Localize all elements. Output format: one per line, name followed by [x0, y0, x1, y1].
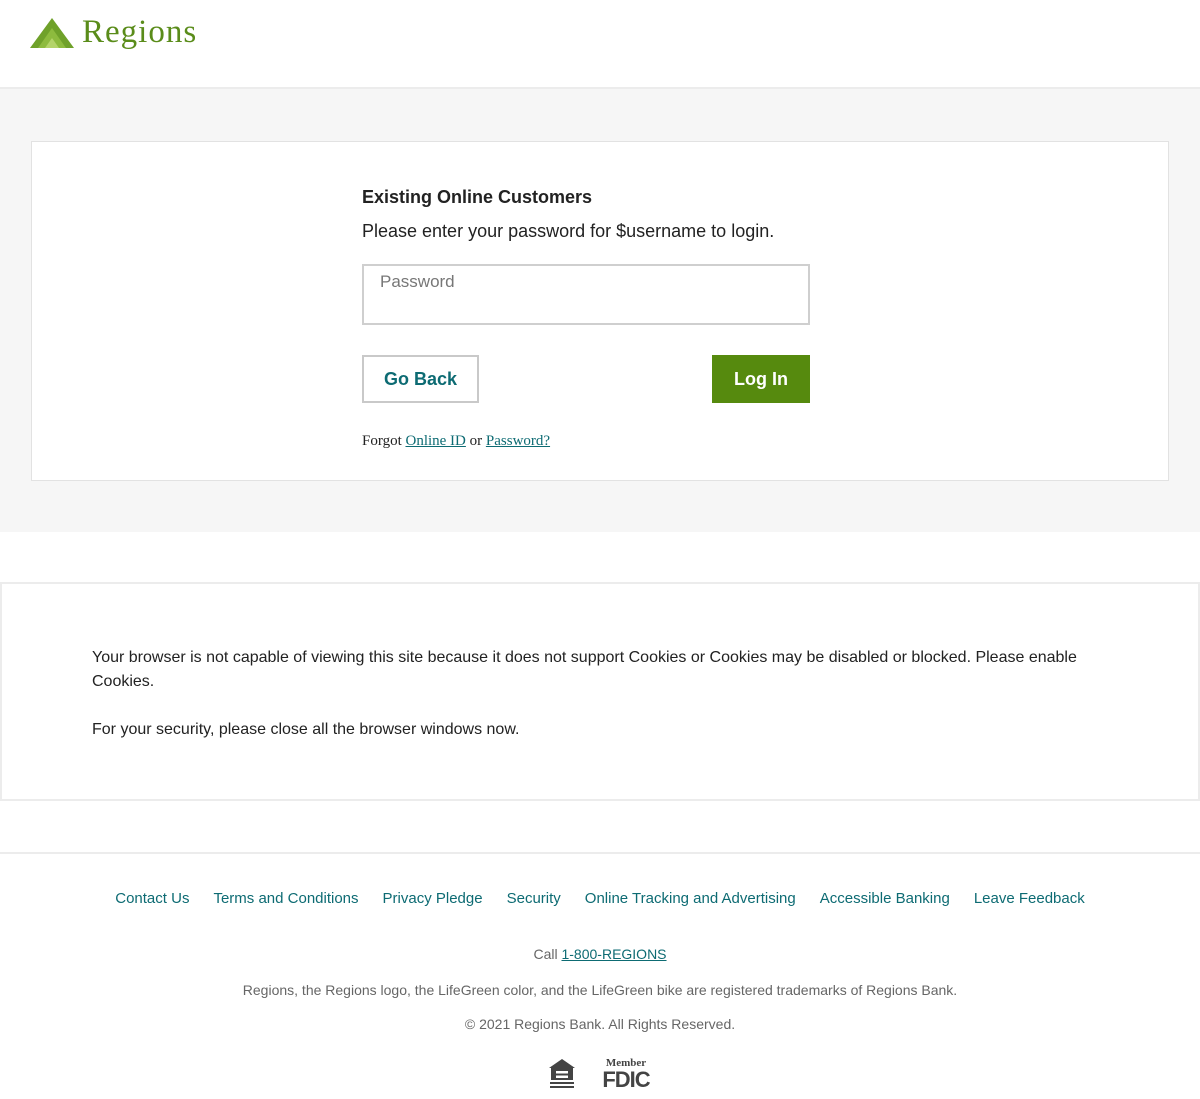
forgot-prefix: Forgot [362, 433, 402, 449]
login-form: Existing Online Customers Please enter y… [362, 186, 810, 450]
footer-link-security[interactable]: Security [507, 890, 561, 907]
login-button-row: Go Back Log In [362, 355, 810, 403]
forgot-credentials: Forgot Online ID or Password? [362, 433, 810, 450]
regions-logo[interactable]: Regions [30, 14, 198, 50]
footer-link-contact-us[interactable]: Contact Us [115, 890, 189, 907]
footer-nav: Contact Us Terms and Conditions Privacy … [0, 890, 1200, 907]
fdic-text: FDIC [602, 1067, 650, 1092]
footer-link-online-tracking[interactable]: Online Tracking and Advertising [585, 890, 796, 907]
notice-text: Your browser is not capable of viewing t… [92, 646, 1092, 742]
footer-link-accessible-banking[interactable]: Accessible Banking [820, 890, 950, 907]
footer-link-privacy[interactable]: Privacy Pledge [383, 890, 483, 907]
footer-divider [0, 852, 1200, 854]
phone-link[interactable]: 1-800-REGIONS [561, 946, 666, 962]
forgot-or: or [469, 433, 483, 449]
password-field[interactable]: Password [362, 264, 810, 325]
forgot-online-id-link[interactable]: Online ID [405, 433, 465, 449]
log-in-button[interactable]: Log In [712, 355, 810, 403]
footer-badges: Member FDIC [0, 1058, 1200, 1092]
call-prefix: Call [533, 946, 558, 962]
forgot-password-link[interactable]: Password? [486, 433, 550, 449]
footer-call: Call 1-800-REGIONS [0, 946, 1200, 962]
cookies-message: Your browser is not capable of viewing t… [92, 649, 1077, 690]
regions-pyramid-icon [30, 18, 74, 48]
footer-link-terms[interactable]: Terms and Conditions [213, 890, 358, 907]
copyright-notice: © 2021 Regions Bank. All Rights Reserved… [464, 1016, 736, 1032]
login-instructions: Please enter your password for $username… [362, 221, 775, 241]
browser-notice: Your browser is not capable of viewing t… [0, 582, 1200, 801]
go-back-button[interactable]: Go Back [362, 355, 479, 403]
equal-housing-lender-icon [549, 1059, 575, 1088]
login-card: Existing Online Customers Please enter y… [31, 141, 1169, 481]
footer-link-leave-feedback[interactable]: Leave Feedback [974, 890, 1085, 907]
trademark-notice: Regions, the Regions logo, the LifeGreen… [242, 982, 958, 998]
login-title: Existing Online Customers [362, 187, 593, 207]
site-header: Regions [0, 0, 1200, 89]
regions-wordmark: Regions [82, 14, 198, 50]
fdic-badge: Member FDIC [600, 1058, 652, 1092]
password-input[interactable] [364, 266, 808, 323]
security-message: For your security, please close all the … [92, 721, 520, 738]
